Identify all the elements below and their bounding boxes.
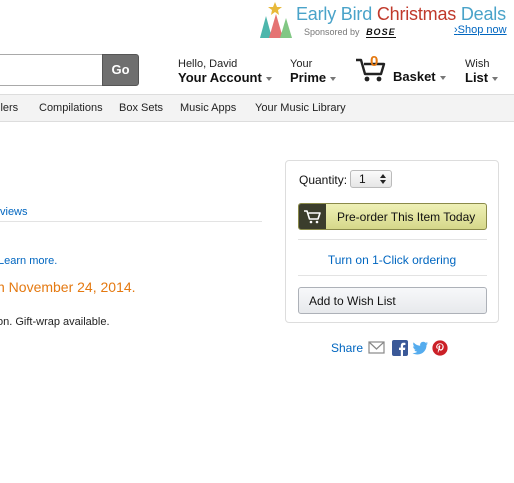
release-date-text: n November 24, 2014. (0, 279, 136, 295)
your-prime-menu[interactable]: Your Prime (290, 58, 337, 86)
facebook-icon[interactable] (392, 340, 409, 356)
subnav-item-box-sets[interactable]: Box Sets (119, 102, 163, 114)
buybox-divider (298, 275, 487, 276)
your-account-menu[interactable]: Hello, David Your Account (178, 58, 272, 86)
updown-arrows-icon (380, 174, 386, 184)
account-greeting: Hello, David (178, 58, 238, 70)
promo-sponsor: Sponsored by BOSE (304, 27, 396, 38)
promo-word-deals: Deals (460, 4, 506, 24)
reviews-link[interactable]: views (0, 206, 28, 218)
buybox-divider (298, 239, 487, 240)
promo-word-christmas: Christmas (376, 4, 457, 24)
sponsored-by-label: Sponsored by (304, 27, 360, 37)
preorder-button[interactable]: Pre-order This Item Today (298, 203, 487, 230)
twitter-icon[interactable] (412, 340, 429, 356)
wish-list-label-text: List (465, 70, 489, 85)
chevron-down-icon (265, 76, 272, 81)
preorder-cart-icon-box (299, 204, 326, 229)
gift-wrap-text: on. Gift-wrap available. (0, 316, 110, 328)
promo-word-early-bird: Early Bird (296, 4, 373, 24)
learn-more-link[interactable]: Learn more. (0, 255, 57, 267)
wish-small-label: Wish (465, 58, 490, 70)
content-divider (0, 221, 262, 222)
quantity-value: 1 (359, 172, 366, 186)
wish-list-label: List (465, 70, 499, 86)
search-input[interactable] (0, 54, 104, 86)
wish-list-menu[interactable]: Wish List (465, 58, 499, 86)
pinterest-icon[interactable] (432, 340, 449, 356)
quantity-select[interactable]: 1 (350, 170, 392, 188)
go-button[interactable]: Go (102, 54, 139, 86)
basket-menu[interactable]: Basket (393, 69, 446, 85)
subnav-item-compilations[interactable]: Compilations (39, 102, 103, 114)
one-click-ordering-link[interactable]: Turn on 1-Click ordering (286, 253, 498, 267)
chevron-down-icon (330, 76, 337, 81)
add-to-wish-list-button[interactable]: Add to Wish List (298, 287, 487, 314)
cart-icon (304, 210, 321, 224)
shop-now-label: Shop now (457, 24, 507, 36)
basket-label-text: Basket (393, 69, 436, 84)
subnav-item-your-music-library[interactable]: Your Music Library (255, 102, 346, 114)
shop-now-link[interactable]: ›Shop now (454, 24, 507, 36)
preorder-button-label: Pre-order This Item Today (337, 210, 476, 224)
prime-label: Prime (290, 70, 337, 86)
email-icon[interactable] (368, 340, 385, 356)
chevron-down-icon (439, 75, 446, 80)
account-label: Your Account (178, 70, 272, 86)
category-subnav: llers Compilations Box Sets Music Apps Y… (0, 94, 514, 122)
promo-banner[interactable]: Early Bird Christmas Deals Sponsored by … (258, 0, 514, 42)
subnav-item-bestsellers[interactable]: llers (0, 102, 18, 114)
promo-headline: Early Bird Christmas Deals (296, 4, 506, 25)
share-label: Share (331, 341, 364, 355)
chevron-down-icon (492, 76, 499, 81)
cart-count-badge: 0 (370, 53, 379, 70)
buy-box: Quantity: 1 Pre-order This Item Today Tu… (285, 160, 499, 323)
prime-small-label: Your (290, 58, 313, 70)
prime-label-text: Prime (290, 70, 327, 85)
quantity-label: Quantity: (299, 173, 348, 187)
add-to-wish-list-label: Add to Wish List (309, 294, 396, 308)
bose-logo: BOSE (366, 27, 396, 38)
christmas-trees-icon (260, 2, 292, 38)
basket-label: Basket (393, 69, 446, 85)
account-label-text: Your Account (178, 70, 262, 85)
subnav-item-music-apps[interactable]: Music Apps (180, 102, 236, 114)
